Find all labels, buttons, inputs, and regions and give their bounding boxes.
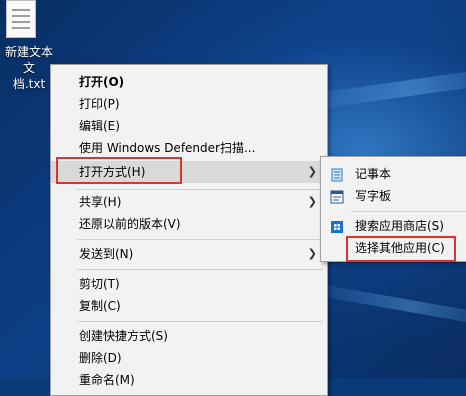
submenu-item-wordpad[interactable]: 写字板 <box>321 185 466 207</box>
menu-item-open[interactable]: 打开(O) <box>51 71 327 93</box>
menu-item-rename[interactable]: 重命名(M) <box>51 369 327 391</box>
menu-separator <box>77 239 323 240</box>
menu-item-send-to[interactable]: 发送到(N) ❯ <box>51 243 327 265</box>
share-label: 共享(H) <box>79 195 122 209</box>
send-to-label: 发送到(N) <box>79 247 134 261</box>
submenu-item-notepad[interactable]: 记事本 <box>321 163 466 185</box>
wordpad-label: 写字板 <box>355 189 392 203</box>
menu-separator <box>77 321 323 322</box>
notepad-label: 记事本 <box>355 167 392 181</box>
context-menu: 打开(O) 打印(P) 编辑(E) 使用 Windows Defender扫描.… <box>50 64 328 396</box>
menu-item-copy[interactable]: 复制(C) <box>51 295 327 317</box>
menu-item-share[interactable]: 共享(H) ❯ <box>51 191 327 213</box>
menu-item-cut[interactable]: 剪切(T) <box>51 273 327 295</box>
chevron-right-icon: ❯ <box>307 195 317 208</box>
submenu-separator <box>351 211 466 212</box>
menu-item-delete[interactable]: 删除(D) <box>51 347 327 369</box>
menu-item-restore-versions[interactable]: 还原以前的版本(V) <box>51 213 327 235</box>
submenu-item-search-store[interactable]: 搜索应用商店(S) <box>321 215 466 237</box>
wordpad-icon <box>330 189 344 204</box>
chevron-right-icon: ❯ <box>307 247 317 260</box>
open-with-highlight-box <box>56 157 182 184</box>
menu-item-create-shortcut[interactable]: 创建快捷方式(S) <box>51 325 327 347</box>
menu-separator <box>77 189 323 190</box>
text-file-icon <box>6 0 36 38</box>
chevron-right-icon: ❯ <box>307 165 317 178</box>
search-store-label: 搜索应用商店(S) <box>355 219 444 233</box>
menu-item-edit[interactable]: 编辑(E) <box>51 115 327 137</box>
choose-app-highlight-box <box>346 236 456 262</box>
menu-item-print[interactable]: 打印(P) <box>51 93 327 115</box>
store-icon <box>330 219 344 233</box>
menu-separator <box>77 269 323 270</box>
notepad-icon <box>330 167 344 182</box>
menu-item-defender-scan[interactable]: 使用 Windows Defender扫描... <box>51 137 327 159</box>
